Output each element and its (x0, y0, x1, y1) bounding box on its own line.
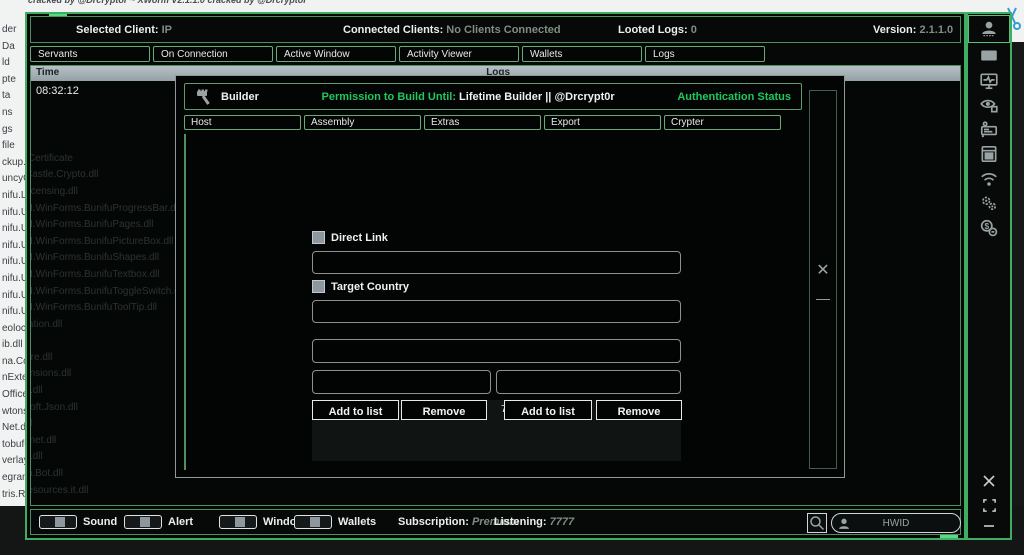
dialog-control-strip: ✕ — (809, 90, 837, 469)
builder-tab-extras[interactable]: Extras (424, 115, 541, 130)
builder-button-add-to-list-right[interactable]: Add to list (504, 400, 592, 420)
toggle-box[interactable] (39, 515, 77, 529)
log-row-timestamp: 08:32:12 (36, 85, 79, 97)
user-icon (979, 19, 999, 39)
sidebar-item-wallets[interactable]: $ (968, 216, 1010, 241)
toggle-label: Wallets (338, 516, 376, 528)
permission-value: Lifetime Builder || @Drcrypt0r (459, 91, 615, 103)
target-country-input[interactable] (312, 300, 681, 323)
desktop-filler-right (1010, 42, 1024, 555)
builder-button-add-to-list-left[interactable]: Add to list (312, 400, 399, 420)
direct-link-checkbox[interactable] (312, 231, 325, 244)
builder-dialog-header: Builder Permission to Build Until: Lifet… (184, 83, 802, 110)
dialog-minimize-button[interactable]: — (810, 291, 836, 305)
bottom-status-bar: Sound Alert Window Wallets Subscription:… (30, 509, 961, 535)
settings-gears-icon (979, 193, 999, 213)
port-input[interactable] (496, 370, 681, 394)
toggle-label: Alert (168, 516, 193, 528)
looted-logs-value: 0 (691, 24, 697, 36)
selected-client-value: IP (162, 24, 172, 36)
version: Version: 2.1.1.0 (873, 24, 953, 36)
connected-clients: Connected Clients: No Clients Connected (343, 24, 561, 36)
sidebar-item-activity[interactable] (968, 69, 1010, 94)
toggle-window[interactable]: Window (219, 515, 305, 529)
toggle-knob (310, 517, 320, 527)
ip-input[interactable] (312, 370, 491, 394)
sidebar-item-settings[interactable] (968, 191, 1010, 216)
sidebar-item-surveillance[interactable] (968, 93, 1010, 118)
direct-link-label: Direct Link (331, 232, 388, 244)
money-coins-icon: $ (979, 218, 999, 238)
builder-button-remove-left[interactable]: Remove (401, 400, 487, 420)
sidebar-item-monitor[interactable] (968, 44, 1010, 69)
listening-status: Listening: 7777 (494, 516, 574, 528)
top-info-bar: Selected Client: IP Connected Clients: N… (30, 16, 961, 43)
toggle-box[interactable] (219, 515, 257, 529)
toggle-alert[interactable]: Alert (124, 515, 193, 529)
sidebar-item-network[interactable] (968, 167, 1010, 192)
toggle-box[interactable] (294, 515, 332, 529)
toggle-knob (235, 517, 245, 527)
app-window-icon (979, 144, 999, 164)
app-minimize-button[interactable] (981, 522, 997, 530)
sidebar-icon-rail: $ (966, 12, 1012, 540)
dialog-title: Builder (221, 91, 259, 103)
search-icon (808, 514, 826, 532)
builder-dialog: Builder Permission to Build Until: Lifet… (175, 75, 845, 478)
surveillance-eye-icon (979, 95, 999, 115)
selected-client: Selected Client: IP (76, 24, 172, 36)
keylogger-icon (979, 120, 999, 140)
target-country-checkbox[interactable] (312, 280, 325, 293)
toggle-sound[interactable]: Sound (39, 515, 117, 529)
builder-tab-export[interactable]: Export (544, 115, 661, 130)
column-header-time: Time (36, 67, 59, 78)
permission-status: Permission to Build Until: Lifetime Buil… (322, 91, 615, 103)
builder-button-remove-right[interactable]: Remove (596, 400, 682, 420)
host-input[interactable] (312, 339, 681, 363)
main-tab-on-connection[interactable]: On Connection (153, 46, 273, 62)
looted-logs: Looted Logs: 0 (618, 24, 697, 36)
main-tab-bar: ServantsOn ConnectionActive WindowActivi… (30, 46, 961, 63)
main-tab-active-window[interactable]: Active Window (276, 46, 396, 62)
connected-clients-value: No Clients Connected (446, 24, 560, 36)
activity-monitor-icon (979, 71, 999, 91)
main-tab-logs[interactable]: Logs (645, 46, 765, 62)
app-close-button[interactable] (981, 473, 997, 489)
hwid-search-input[interactable]: HWID (831, 513, 961, 533)
direct-link-input[interactable] (312, 251, 681, 274)
background-window-title: cracked by @Drcryptor ~ XWorm V2.1.1.0 c… (28, 0, 307, 6)
sidebar-item-user[interactable] (968, 15, 1010, 43)
monitor-icon (979, 46, 999, 66)
app-maximize-button[interactable] (982, 498, 997, 513)
hwid-placeholder: HWID (832, 518, 960, 529)
builder-tab-host[interactable]: Host (184, 115, 301, 130)
main-tab-servants[interactable]: Servants (30, 46, 150, 62)
authentication-status: Authentication Status (677, 91, 791, 103)
version-value: 2.1.1.0 (919, 24, 953, 36)
target-country-label: Target Country (331, 281, 409, 293)
listening-port-value: 7777 (550, 516, 574, 528)
toggle-box[interactable] (124, 515, 162, 529)
builder-host-tab-content: Direct Link Target Country 127.0.0.1 777… (184, 134, 802, 470)
wifi-icon (979, 169, 999, 189)
main-tab-wallets[interactable]: Wallets (522, 46, 642, 62)
toggle-knob (55, 517, 65, 527)
toggle-knob (140, 517, 150, 527)
builder-tab-assembly[interactable]: Assembly (304, 115, 421, 130)
dialog-close-button[interactable]: ✕ (810, 263, 836, 279)
svg-text:$: $ (985, 221, 990, 231)
builder-tab-crypter[interactable]: Crypter (664, 115, 781, 130)
toggle-wallets[interactable]: Wallets (294, 515, 376, 529)
search-button[interactable] (807, 513, 827, 533)
toggle-label: Sound (83, 516, 117, 528)
main-tab-activity-viewer[interactable]: Activity Viewer (399, 46, 519, 62)
sidebar-item-keylogger[interactable] (968, 118, 1010, 143)
builder-icon (195, 88, 213, 106)
builder-tab-bar: HostAssemblyExtrasExportCrypter (184, 115, 784, 130)
bleed-through-file-list: derDaldptetansgsfileckup.Certificateuncy… (30, 65, 184, 499)
sidebar-item-window[interactable] (968, 142, 1010, 167)
